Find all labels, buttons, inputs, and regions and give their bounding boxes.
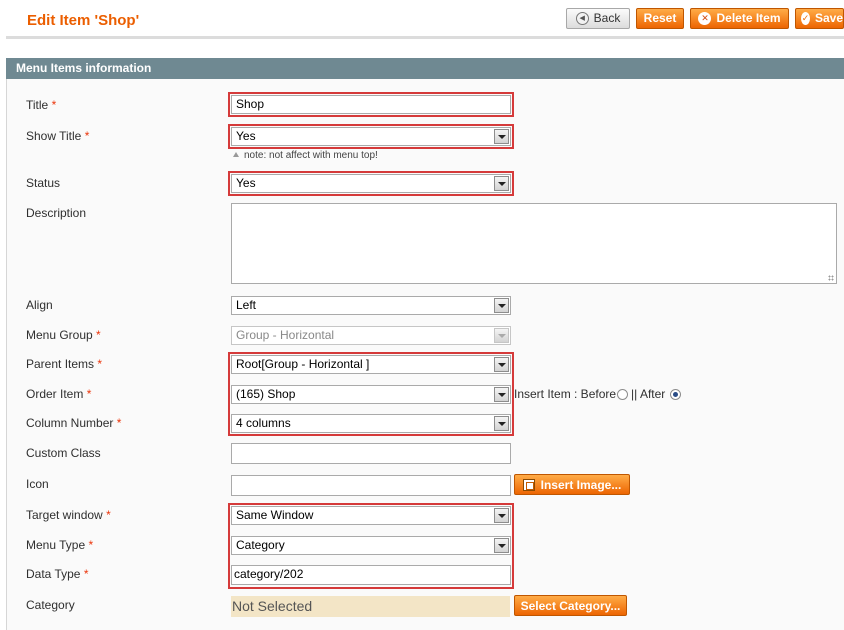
show-title-label: Show Title * (26, 129, 90, 143)
custom-class-input[interactable] (231, 443, 511, 464)
checkmark-circle-icon: ✓ (801, 12, 810, 25)
parent-items-label: Parent Items * (26, 357, 103, 371)
save-button[interactable]: ✓ Save (795, 8, 844, 29)
delete-item-button[interactable]: ✕ Delete Item (690, 8, 789, 29)
back-button-label: Back (593, 11, 621, 25)
category-label: Category (26, 598, 75, 612)
delete-item-button-label: Delete Item (716, 11, 781, 25)
insert-after-radio[interactable] (670, 388, 682, 400)
category-selection-display: Not Selected (231, 596, 510, 617)
save-button-label: Save (814, 11, 843, 25)
insert-before-radio[interactable] (617, 388, 629, 400)
description-label: Description (26, 206, 87, 220)
insert-image-label: Insert Image... (540, 477, 622, 492)
menu-group-value: Group - Horizontal (236, 328, 335, 342)
icon-label: Icon (26, 477, 49, 491)
note-triangle-icon (233, 152, 239, 157)
align-label: Align (26, 298, 53, 312)
align-select[interactable]: Left (231, 296, 511, 315)
chevron-down-icon (494, 298, 509, 313)
description-textarea[interactable] (231, 203, 837, 284)
section-header: Menu Items information (6, 58, 844, 79)
highlight-status (228, 171, 514, 196)
menu-group-select: Group - Horizontal (231, 326, 511, 345)
show-title-note: note: not affect with menu top! (233, 150, 378, 161)
highlight-title (228, 92, 514, 117)
insert-before-label: Insert Item : Before (514, 387, 617, 401)
title-label: Title * (26, 98, 57, 112)
highlight-parent-order-column (228, 352, 514, 436)
status-label: Status (26, 176, 61, 190)
back-arrow-icon: ◀ (575, 12, 589, 25)
insert-position-group: Insert Item : Before || After (514, 387, 684, 401)
menu-group-label: Menu Group * (26, 328, 101, 342)
reset-button[interactable]: Reset (636, 8, 684, 29)
resize-grip-icon[interactable] (828, 275, 834, 281)
align-value: Left (236, 298, 257, 312)
page-title: Edit Item 'Shop' (27, 12, 140, 29)
select-category-label: Select Category... (520, 598, 621, 613)
menu-type-label: Menu Type * (26, 538, 94, 552)
icon-input[interactable] (231, 475, 511, 496)
order-item-label: Order Item * (26, 387, 92, 401)
reset-button-label: Reset (643, 11, 677, 25)
column-number-label: Column Number * (26, 416, 122, 430)
insert-image-button[interactable]: Insert Image... (514, 474, 630, 495)
image-icon (522, 478, 535, 491)
highlight-target-menu-data (228, 503, 514, 589)
target-window-label: Target window * (26, 508, 111, 522)
back-button[interactable]: ◀ Back (566, 8, 630, 29)
cancel-circle-icon: ✕ (698, 12, 712, 25)
custom-class-label: Custom Class (26, 446, 101, 460)
insert-after-label: || After (631, 387, 666, 401)
chevron-down-icon (494, 328, 509, 343)
highlight-show-title (228, 124, 514, 149)
data-type-label: Data Type * (26, 567, 89, 581)
select-category-button[interactable]: Select Category... (514, 595, 627, 616)
header-divider (6, 36, 844, 39)
